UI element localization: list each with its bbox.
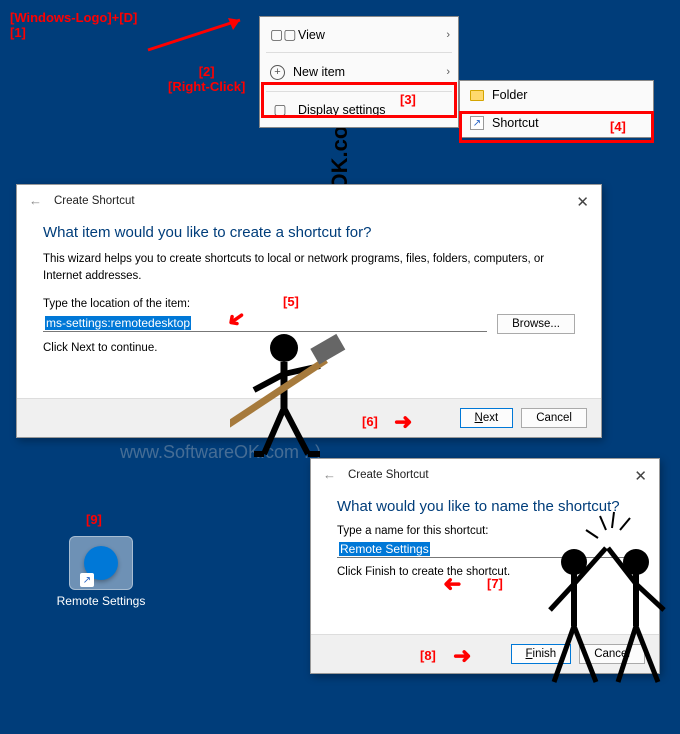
back-icon[interactable]: ← bbox=[323, 467, 336, 482]
close-icon[interactable]: ✕ bbox=[634, 467, 647, 485]
finish-button[interactable]: Finish bbox=[511, 644, 572, 664]
dlg2-hint: Click Finish to create the shortcut. bbox=[337, 566, 633, 578]
next-button[interactable]: Next bbox=[460, 408, 514, 428]
cancel-button[interactable]: Cancel bbox=[521, 408, 587, 428]
dlg1-hint: Click Next to continue. bbox=[43, 342, 575, 354]
name-input[interactable]: Remote Settings bbox=[337, 541, 633, 558]
arrow-8-icon: ➜ bbox=[453, 643, 471, 669]
ann-7: [7] bbox=[487, 576, 503, 591]
desktop-shortcut[interactable]: ↗ Remote Settings bbox=[46, 536, 156, 608]
ann-3: [3] bbox=[400, 92, 416, 107]
close-icon[interactable]: ✕ bbox=[576, 193, 589, 211]
ctx-folder-label: Folder bbox=[492, 88, 527, 102]
ann-5: [5] bbox=[283, 294, 299, 309]
browse-button[interactable]: Browse... bbox=[497, 314, 575, 334]
dlg1-desc: This wizard helps you to create shortcut… bbox=[43, 251, 575, 286]
dlg2-question: What would you like to name the shortcut… bbox=[337, 498, 633, 515]
arrow-6-icon: ➜ bbox=[394, 409, 412, 435]
ann-6: [6] bbox=[362, 414, 378, 429]
desktop-shortcut-label: Remote Settings bbox=[46, 594, 156, 608]
plus-icon: + bbox=[270, 65, 285, 80]
next-label: ext bbox=[483, 412, 498, 424]
ctx-view-label: View bbox=[298, 28, 325, 42]
diag-arrow-icon bbox=[144, 14, 254, 59]
ann-1-line2: [1] bbox=[10, 25, 26, 40]
ann-8: [8] bbox=[420, 648, 436, 663]
location-value: ms-settings:remotedesktop bbox=[45, 316, 191, 330]
ctx-folder[interactable]: Folder bbox=[460, 81, 653, 109]
back-icon[interactable]: ← bbox=[29, 193, 42, 208]
dlg1-question: What item would you like to create a sho… bbox=[43, 224, 575, 241]
redbox-3 bbox=[261, 82, 457, 118]
view-icon: ▢▢ bbox=[270, 26, 290, 43]
ann-1-line1: [Windows-Logo]+[D] bbox=[10, 10, 137, 25]
ctx-new-item-label: New item bbox=[293, 65, 345, 79]
cancel-button-2[interactable]: Cancel bbox=[579, 644, 645, 664]
create-shortcut-dialog-1: ← Create Shortcut ✕ What item would you … bbox=[16, 184, 602, 438]
name-value: Remote Settings bbox=[339, 542, 430, 556]
chevron-right-icon: › bbox=[446, 66, 450, 78]
folder-icon bbox=[470, 90, 484, 101]
dlg2-title: Create Shortcut bbox=[348, 469, 429, 481]
ann-2-line2: [Right-Click] bbox=[168, 79, 245, 94]
watermark-2: www.SoftwareOK.com :-) bbox=[120, 442, 321, 463]
dlg1-loc-label: Type the location of the item: bbox=[43, 298, 575, 310]
create-shortcut-dialog-2: ← Create Shortcut ✕ What would you like … bbox=[310, 458, 660, 674]
ann-4: [4] bbox=[610, 119, 626, 134]
ann-2-line1: [2] bbox=[199, 64, 215, 79]
location-input[interactable]: ms-settings:remotedesktop bbox=[43, 315, 487, 332]
chevron-right-icon: › bbox=[446, 29, 450, 41]
shortcut-overlay-icon: ↗ bbox=[80, 573, 94, 587]
ctx-view[interactable]: ▢▢ View › bbox=[260, 17, 458, 52]
dlg2-name-label: Type a name for this shortcut: bbox=[337, 525, 633, 537]
ann-9: [9] bbox=[86, 512, 102, 527]
dlg1-title: Create Shortcut bbox=[54, 195, 135, 207]
arrow-7-icon: ➜ bbox=[443, 571, 461, 597]
